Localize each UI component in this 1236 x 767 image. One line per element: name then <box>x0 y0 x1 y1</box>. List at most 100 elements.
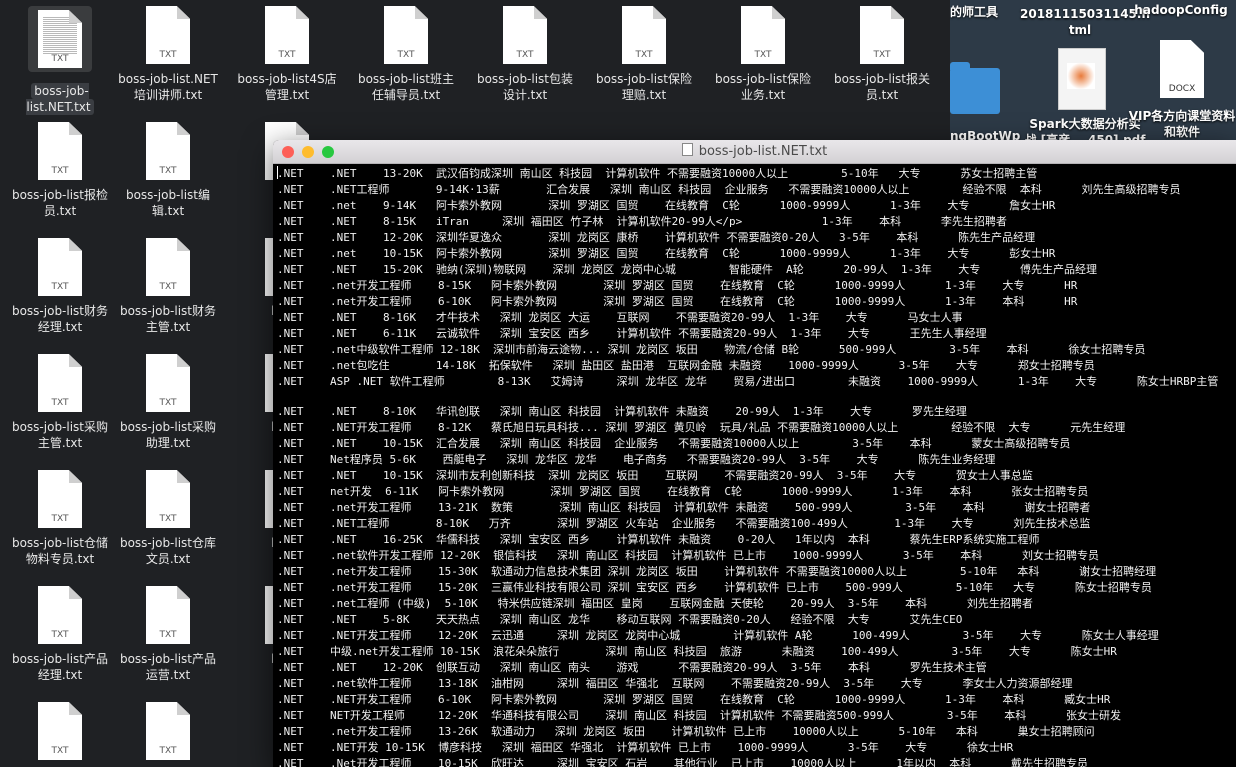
file-ext-label: TXT <box>51 630 69 640</box>
window-title: boss-job-list.NET.txt <box>273 140 1236 163</box>
file-name-label: boss-job-list报检 员.txt <box>0 187 120 219</box>
text-line <box>277 390 1236 404</box>
text-line: .NET .NET 10-15K 深圳市友利创新科技 深圳 龙岗区 坂田 互联网… <box>277 469 1033 482</box>
txt-file-icon: TXT <box>146 354 190 412</box>
desktop-file-html-label[interactable]: 20181115031145.h tml <box>1020 6 1150 38</box>
file-name-text: boss-job-list仓库 文员.txt <box>119 536 217 566</box>
file-icon-item[interactable]: TXT boss-job-list包装 设计.txt <box>465 6 585 103</box>
file-ext-label: TXT <box>51 746 69 756</box>
txt-file-icon: TXT <box>38 354 82 412</box>
txt-file-icon: TXT <box>146 238 190 296</box>
txt-file-icon: TXT <box>38 122 82 180</box>
file-icon-item[interactable]: TXT boss-job-list报检 员.txt <box>0 122 120 219</box>
file-ext-label: TXT <box>397 50 415 60</box>
file-ext-label: TXT <box>159 514 177 524</box>
txt-file-icon: TXT <box>38 586 82 644</box>
text-line: .NET .NET开发 10-15K 博彦科技 深圳 福田区 华强北 计算机软件… <box>277 741 1014 754</box>
text-editor-window: boss-job-list.NET.txt .NET .NET 13-20K 武… <box>273 140 1236 767</box>
txt-file-icon: TXT <box>38 10 82 68</box>
text-line: .NET .NET 5-8K 天天热点 深圳 南山区 龙华 移动互联网 不需要融… <box>277 613 963 626</box>
file-ext-label: TXT <box>159 630 177 640</box>
desktop-label-tools[interactable]: 的师工具 <box>950 4 998 20</box>
file-icon-item[interactable]: TXT boss-job-list财务 经理.txt <box>0 238 120 335</box>
file-name-label: boss-job-list采购 助理.txt <box>108 419 228 451</box>
file-name-text: boss-job- list.NET.txt <box>26 83 94 115</box>
file-ext-label: TXT <box>159 746 177 756</box>
file-name-label: boss-job-list编 辑.txt <box>108 187 228 219</box>
file-icon-item[interactable]: TXT boss-job-list仓库 文员.txt <box>108 470 228 567</box>
text-line: .NET .net软件开发工程师 12-20K 银信科技 深圳 南山区 科技园 … <box>277 549 1099 562</box>
file-ext-label: TXT <box>51 166 69 176</box>
text-line: .NET .net包吃住 14-18K 拓保软件 深圳 盐田区 盐田港 互联网金… <box>277 359 1095 372</box>
file-name-text: boss-job-list保险 理赔.txt <box>595 72 693 102</box>
text-line: .NET NET开发工程师 12-20K 华通科技有限公司 深圳 南山区 科技园… <box>277 709 1121 722</box>
text-line: .NET .NET工程师 9-14K·13薪 汇合发展 深圳 南山区 科技园 企… <box>277 183 1181 196</box>
file-icon-item[interactable]: TXT boss-job-list报关 员.txt <box>822 6 942 103</box>
text-cursor <box>277 166 278 179</box>
file-name-text: boss-job-list产品 经理.txt <box>11 652 109 682</box>
pdf-book-icon[interactable] <box>1058 48 1106 110</box>
file-icon-item[interactable]: TXT boss-job-list产品 运营.txt <box>108 586 228 683</box>
txt-file-icon: TXT <box>265 6 309 64</box>
file-ext-label: TXT <box>51 514 69 524</box>
desktop-file-hadoop-label[interactable]: hadoopConfig <box>1128 2 1234 18</box>
txt-file-icon: TXT <box>146 586 190 644</box>
file-name-label: boss-job-list保险 业务.txt <box>703 71 823 103</box>
text-line: .NET .net 9-14K 阿卡索外教网 深圳 罗湖区 国贸 在线教育 C轮… <box>277 199 1056 212</box>
file-icon-item[interactable]: TXT boss-job-list.NET 培训讲师.txt <box>108 6 228 103</box>
file-name-text: boss-job-list包装 设计.txt <box>476 72 574 102</box>
text-line: .NET .net软件工程师 13-18K 油柑网 深圳 福田区 华强北 互联网… <box>277 677 1073 690</box>
file-name-label: boss-job-list财务 经理.txt <box>0 303 120 335</box>
txt-file-icon: TXT <box>38 702 82 760</box>
file-name-label: boss-job-list财务 主管.txt <box>108 303 228 335</box>
title-bar[interactable]: boss-job-list.NET.txt <box>273 140 1236 164</box>
file-ext-label: TXT <box>159 166 177 176</box>
text-line: .NET .NET开发工程师 6-10K 阿卡索外教网 深圳 罗湖区 国贸 在线… <box>277 693 1111 706</box>
file-icon-item[interactable]: TXT <box>0 702 120 767</box>
file-name-label: boss-job-list班主 任辅导员.txt <box>346 71 466 103</box>
file-icon-item[interactable]: TXT boss-job-list仓储 物料专员.txt <box>0 470 120 567</box>
file-icon-item[interactable]: TXT boss-job-list保险 理赔.txt <box>584 6 704 103</box>
file-name-text: boss-job-list报检 员.txt <box>11 188 109 218</box>
file-ext-label: TXT <box>159 398 177 408</box>
file-icon-item[interactable]: TXT boss-job-list产品 经理.txt <box>0 586 120 683</box>
file-icon-item[interactable]: TXT boss-job-list4S店 管理.txt <box>227 6 347 103</box>
text-line: .NET .net中级软件工程师 12-18K 深圳市前海云途物... 深圳 龙… <box>277 343 1146 356</box>
file-icon-item[interactable]: TXT boss-job-list采购 助理.txt <box>108 354 228 451</box>
file-name-label: boss-job-list.NET 培训讲师.txt <box>108 71 228 103</box>
file-name-text: boss-job-list班主 任辅导员.txt <box>357 72 455 102</box>
text-line: .NET .NET 8-10K 华讯创联 深圳 南山区 科技园 计算机软件 未融… <box>277 405 967 418</box>
txt-file-icon: TXT <box>384 6 428 64</box>
file-icon-item[interactable]: TXT <box>108 702 228 767</box>
text-line: .NET .NET 8-15K iTran 深圳 福田区 竹子林 计算机软件20… <box>277 215 1007 228</box>
file-name-text: boss-job-list采购 助理.txt <box>119 420 217 450</box>
file-name-text: boss-job-list报关 员.txt <box>833 72 931 102</box>
file-name-label: boss-job-list4S店 管理.txt <box>227 71 347 103</box>
txt-file-icon: TXT <box>38 470 82 528</box>
text-line: .NET Net程序员 5-6K 西艇电子 深圳 龙华区 龙华 电子商务 不需要… <box>277 453 996 466</box>
file-name-label: boss-job-list包装 设计.txt <box>465 71 585 103</box>
text-line: .NET .net开发工程师 6-10K 阿卡索外教网 深圳 罗湖区 国贸 在线… <box>277 295 1078 308</box>
file-icon-item[interactable]: TXT boss-job-list保险 业务.txt <box>703 6 823 103</box>
folder-icon[interactable] <box>950 62 1000 114</box>
file-icon-item[interactable]: TXT boss-job-list班主 任辅导员.txt <box>346 6 466 103</box>
text-line: .NET net开发 6-11K 阿卡索外教网 深圳 罗湖区 国贸 在线教育 C… <box>277 485 1089 498</box>
file-ext-label: TXT <box>159 50 177 60</box>
file-ext-label: TXT <box>278 50 296 60</box>
text-content-area[interactable]: .NET .NET 13-20K 武汉佰钧成深圳 南山区 科技园 计算机软件 不… <box>273 164 1236 767</box>
txt-file-icon: TXT <box>146 470 190 528</box>
file-icon-item[interactable]: TXT boss-job- list.NET.txt <box>0 6 120 115</box>
text-line: .NET .Net开发工程师 10-15K 欣旺达 深圳 宝安区 石岩 其他行业… <box>277 757 1088 767</box>
text-line: .NET .NET 12-20K 创联互动 深圳 南山区 南头 游戏 不需要融资… <box>277 661 987 674</box>
file-icon-item[interactable]: TXT boss-job-list财务 主管.txt <box>108 238 228 335</box>
text-line: .NET .NET 10-15K 汇合发展 深圳 南山区 科技园 企业服务 不需… <box>277 437 1071 450</box>
file-icon-item[interactable]: TXT boss-job-list编 辑.txt <box>108 122 228 219</box>
file-ext-label: TXT <box>516 50 534 60</box>
text-line: .NET .NET工程师 8-10K 万齐 深圳 罗湖区 火车站 企业服务 不需… <box>277 517 1091 530</box>
file-name-text: boss-job-list.NET 培训讲师.txt <box>118 72 218 102</box>
docx-ext-label: DOCX <box>1168 84 1196 94</box>
text-line: .NET 中级.net开发工程师 10-15K 浪花朵朵旅行 深圳 南山区 科技… <box>277 645 1117 658</box>
docx-file-icon[interactable]: DOCX <box>1160 40 1204 98</box>
txt-file-icon: TXT <box>741 6 785 64</box>
file-icon-item[interactable]: TXT boss-job-list采购 主管.txt <box>0 354 120 451</box>
